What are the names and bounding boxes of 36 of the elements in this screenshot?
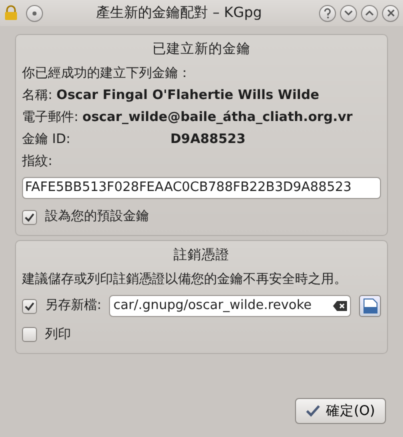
field-value: oscar_wilde@baile_átha_cliath.org.vr	[82, 109, 353, 128]
close-icon	[386, 9, 394, 17]
group-title: 已建立新的金鑰	[152, 40, 252, 59]
ok-button[interactable]: 確定(O)	[294, 398, 386, 424]
path-field[interactable]: car/.gnupg/oscar_wilde.revoke	[109, 295, 351, 317]
hint-text: 建議儲存或列印註銷憑證以備您的金鑰不再安全時之用。	[22, 271, 348, 289]
intro-text: 你已經成功的建立下列金鑰：	[22, 65, 192, 84]
checkbox-label[interactable]: 另存新檔:	[45, 296, 102, 316]
fingerprint-label: 指紋:	[22, 153, 54, 172]
field-label: 金鑰 ID:	[22, 131, 70, 150]
close-button[interactable]	[382, 4, 399, 22]
checkbox-label[interactable]: 列印	[45, 325, 71, 344]
check-icon	[306, 404, 320, 417]
checkbox-label[interactable]: 設為您的預設金鑰	[45, 207, 149, 227]
lock-icon	[4, 5, 18, 21]
pin-icon	[32, 10, 37, 16]
maximize-icon	[365, 10, 374, 16]
field-value: D9A88523	[170, 131, 246, 150]
help-icon	[323, 8, 332, 18]
window-title: 產生新的金鑰配對 – KGpg	[95, 4, 263, 22]
checkbox[interactable]	[22, 327, 37, 342]
fingerprint-field[interactable]: FAFE5BB513F028FEAAC0CB788FB22B3D9A88523	[22, 177, 381, 200]
maximize-button[interactable]	[361, 4, 378, 22]
pin-button[interactable]	[26, 4, 43, 22]
file-button[interactable]	[359, 295, 381, 317]
minimize-button[interactable]	[340, 4, 357, 22]
path-text: car/.gnupg/oscar_wilde.revoke	[113, 297, 313, 316]
clear-icon[interactable]	[333, 301, 347, 311]
help-button[interactable]	[319, 4, 336, 22]
checkbox[interactable]	[22, 210, 37, 224]
field-label: 名稱:	[22, 87, 52, 106]
checkbox[interactable]	[22, 298, 37, 314]
field-label: 電子郵件:	[22, 109, 78, 128]
group-title: 註銷憑證	[172, 246, 230, 265]
minimize-icon	[344, 10, 353, 16]
field-value: Oscar Fingal O'Flahertie Wills Wilde	[56, 87, 320, 106]
